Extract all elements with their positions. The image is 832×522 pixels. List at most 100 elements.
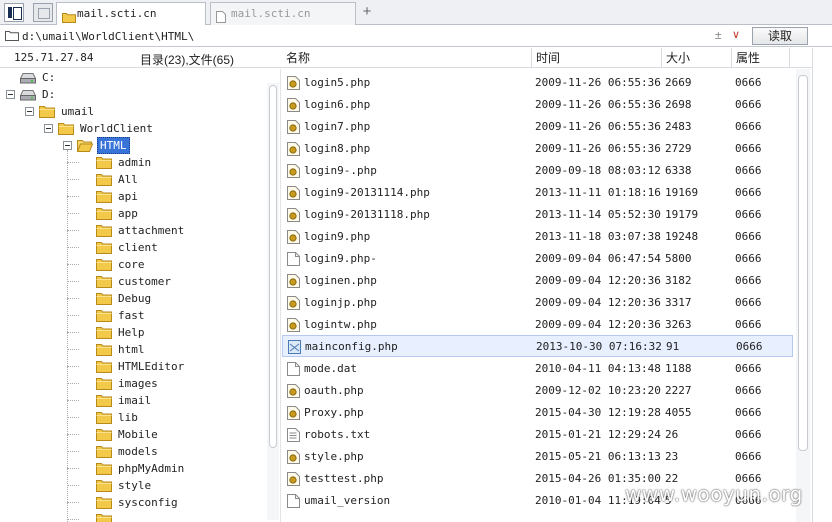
- file-row[interactable]: login9-.php 2009-09-18 08:03:12 6338 0666: [282, 160, 792, 182]
- tree-scrollbar-thumb[interactable]: [269, 85, 277, 448]
- file-attr: 0666: [735, 318, 762, 331]
- tree-node-label: C:: [42, 71, 56, 84]
- folder-icon: [96, 207, 112, 220]
- folder-icon: [96, 428, 112, 441]
- php-icon: [287, 208, 300, 222]
- collapse-icon[interactable]: [44, 124, 53, 133]
- file-list-scrollbar-thumb[interactable]: [798, 75, 808, 451]
- tree-node-label: models: [118, 445, 158, 458]
- file-time: 2013-11-18 03:07:38: [535, 230, 661, 243]
- file-list: login5.php 2009-11-26 06:55:36 2669 0666 log…: [282, 69, 816, 522]
- file-row[interactable]: mode.dat 2010-04-11 04:13:48 1188 0666: [282, 358, 792, 380]
- tree-connector: [67, 196, 79, 197]
- file-attr: 0666: [736, 340, 763, 353]
- tab-bar: mail.scti.cn mail.scti.cn +: [0, 0, 832, 26]
- folder-icon: [58, 122, 74, 135]
- php-icon: [287, 450, 300, 464]
- window-icon[interactable]: [33, 3, 53, 22]
- file-row[interactable]: login6.php 2009-11-26 06:55:36 2698 0666: [282, 94, 792, 116]
- file-name: login5.php: [304, 76, 371, 89]
- file-time: 2015-04-30 12:19:28: [535, 406, 661, 419]
- tree-connector: [67, 332, 79, 333]
- collapse-icon[interactable]: [25, 107, 34, 116]
- tree-node-label: sysconfig: [118, 496, 178, 509]
- tree-node-label: All: [118, 173, 138, 186]
- file-attr: 0666: [735, 164, 762, 177]
- file-name: login8.php: [304, 142, 371, 155]
- column-header-size[interactable]: 大小: [662, 48, 732, 68]
- file-time: 2009-09-04 12:20:36: [535, 274, 661, 287]
- side-strip: [812, 48, 832, 522]
- tab-mail-scti-active[interactable]: mail.scti.cn: [56, 2, 206, 26]
- file-size: 2483: [665, 120, 692, 133]
- panel-layout-icon[interactable]: [4, 3, 24, 22]
- file-row[interactable]: style.php 2015-05-21 06:13:13 23 0666: [282, 446, 792, 468]
- file-row[interactable]: Proxy.php 2015-04-30 12:19:28 4055 0666: [282, 402, 792, 424]
- path-input[interactable]: [22, 28, 742, 44]
- file-time: 2009-09-04 12:20:36: [535, 318, 661, 331]
- folder-icon: [96, 190, 112, 203]
- file-name: logintw.php: [304, 318, 377, 331]
- column-header-time[interactable]: 时间: [532, 48, 662, 68]
- chevron-down-icon[interactable]: ∨: [732, 28, 740, 41]
- file-row[interactable]: login7.php 2009-11-26 06:55:36 2483 0666: [282, 116, 792, 138]
- file-name: login9-20131114.php: [304, 186, 430, 199]
- column-header-attr[interactable]: 属性: [732, 48, 790, 68]
- folder-icon: [96, 224, 112, 237]
- tree-node-label: D:: [42, 88, 56, 101]
- tree-connector: [67, 315, 79, 316]
- file-row[interactable]: login9.php- 2009-09-04 06:47:54 5800 0666: [282, 248, 792, 270]
- collapse-icon[interactable]: [6, 90, 15, 99]
- file-name: Proxy.php: [304, 406, 364, 419]
- file-attr: 0666: [735, 230, 762, 243]
- php-icon: [287, 318, 300, 332]
- file-name: robots.txt: [304, 428, 371, 441]
- blank-file-icon: [287, 252, 300, 266]
- file-row[interactable]: login9.php 2013-11-18 03:07:38 19248 0666: [282, 226, 792, 248]
- read-button[interactable]: 读取: [752, 27, 808, 45]
- tree-connector: [67, 519, 79, 520]
- php-icon: [287, 186, 300, 200]
- file-row[interactable]: logintw.php 2009-09-04 12:20:36 3263 0666: [282, 314, 792, 336]
- new-tab-button[interactable]: +: [360, 3, 374, 21]
- file-attr: 0666: [735, 384, 762, 397]
- blank-file-icon: [287, 362, 300, 376]
- file-row[interactable]: login9-20131114.php 2013-11-11 01:18:16 19…: [282, 182, 792, 204]
- file-row[interactable]: loginjp.php 2009-09-04 12:20:36 3317 0666: [282, 292, 792, 314]
- file-row[interactable]: login5.php 2009-11-26 06:55:36 2669 0666: [282, 72, 792, 94]
- php-icon: [287, 142, 300, 156]
- column-header-name[interactable]: 名称: [282, 48, 532, 68]
- php-icon: [287, 230, 300, 244]
- tree-connector: [67, 162, 79, 163]
- tree-scrollbar[interactable]: [267, 83, 279, 520]
- folder-icon: [96, 309, 112, 322]
- file-time: 2013-11-14 05:52:30: [535, 208, 661, 221]
- file-row[interactable]: login9-20131118.php 2013-11-14 05:52:30 19…: [282, 204, 792, 226]
- drive-icon: [20, 72, 36, 84]
- file-row[interactable]: login8.php 2009-11-26 06:55:36 2729 0666: [282, 138, 792, 160]
- dir-file-count: 目录(23),文件(65): [140, 53, 235, 67]
- tree-node-label: customer: [118, 275, 171, 288]
- file-size: 4055: [665, 406, 692, 419]
- file-name: umail_version: [304, 494, 391, 507]
- tab-mail-scti-inactive[interactable]: mail.scti.cn: [210, 2, 356, 25]
- folder-icon: [96, 173, 112, 186]
- file-row[interactable]: robots.txt 2015-01-21 12:29:24 26 0666: [282, 424, 792, 446]
- php-icon: [287, 98, 300, 112]
- tree-connector: [67, 434, 79, 435]
- file-attr: 0666: [735, 208, 762, 221]
- file-attr: 0666: [735, 362, 762, 375]
- file-time: 2009-11-26 06:55:36: [535, 142, 661, 155]
- text-file-icon: [287, 428, 300, 442]
- tree-node-label: umail: [61, 105, 95, 118]
- tree-node-label: images: [118, 377, 158, 390]
- collapse-icon[interactable]: [63, 141, 72, 150]
- folder-icon: [96, 394, 112, 407]
- file-size: 19169: [665, 186, 699, 199]
- sync-icon[interactable]: ±: [715, 28, 722, 42]
- file-row[interactable]: mainconfig.php 2013-10-30 07:16:32 91 0666: [282, 335, 793, 357]
- file-row[interactable]: loginen.php 2009-09-04 12:20:36 3182 0666: [282, 270, 792, 292]
- file-size: 19248: [665, 230, 699, 243]
- file-list-scrollbar[interactable]: [796, 69, 810, 522]
- file-row[interactable]: oauth.php 2009-12-02 10:23:20 2227 0666: [282, 380, 792, 402]
